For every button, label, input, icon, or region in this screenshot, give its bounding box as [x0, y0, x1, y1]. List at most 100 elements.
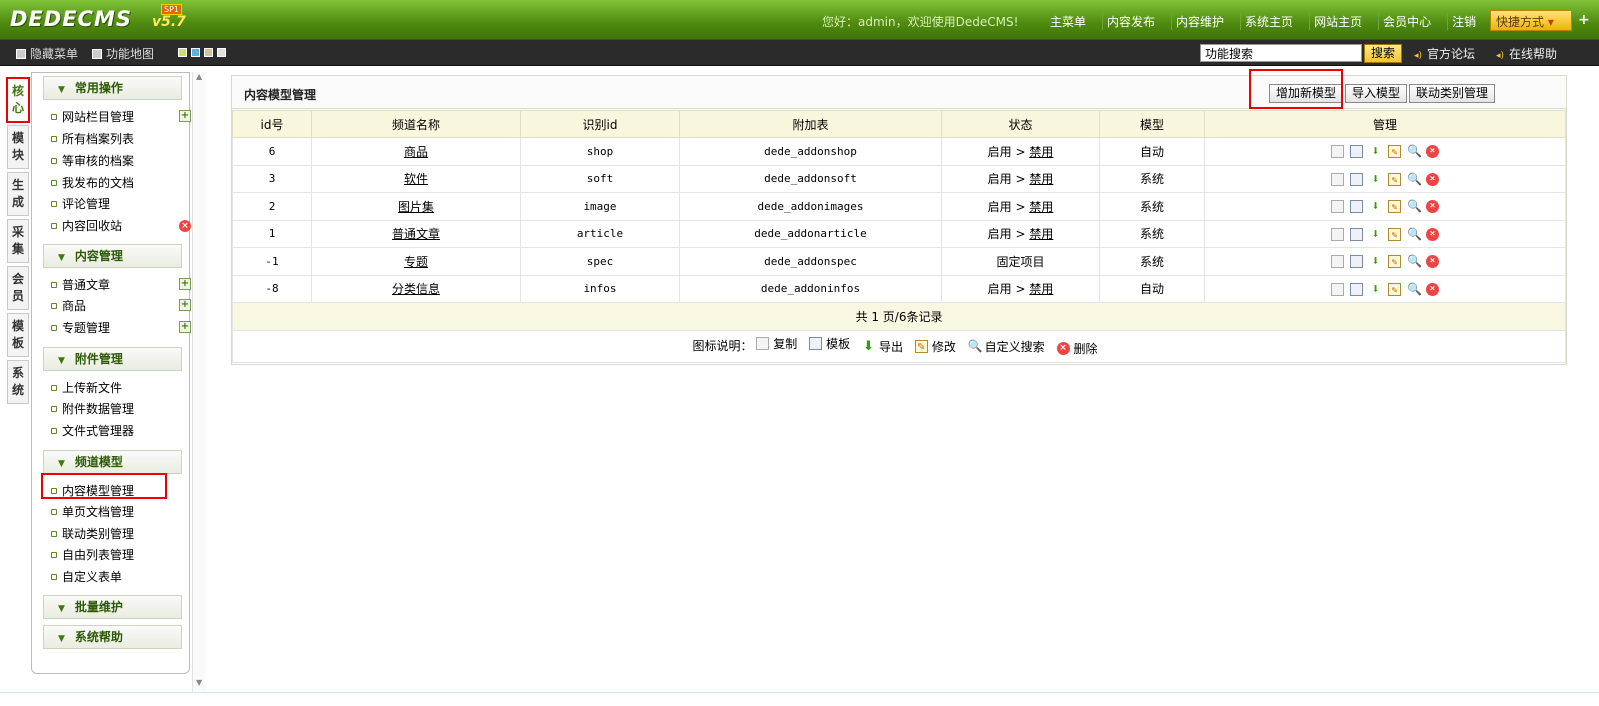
channel-name-link[interactable]: 软件	[404, 172, 428, 186]
search-icon[interactable]: 🔍	[1407, 255, 1422, 268]
copy-icon[interactable]	[1331, 200, 1344, 213]
sidebar-item-recycle[interactable]: 内容回收站	[51, 219, 122, 233]
add-icon[interactable]: +	[179, 278, 191, 290]
site-map-button[interactable]: 功能地图	[92, 45, 154, 62]
tab-member[interactable]: 会员	[7, 266, 29, 310]
tab-core[interactable]: 核心	[6, 77, 30, 123]
search-button[interactable]: 搜索	[1364, 44, 1402, 63]
template-icon[interactable]	[1350, 227, 1363, 241]
search-icon[interactable]: 🔍	[1407, 227, 1422, 241]
delete-icon[interactable]: ×	[1426, 282, 1439, 296]
sidebar-item-free-list[interactable]: 自由列表管理	[51, 548, 134, 562]
sidebar-item-attach-data[interactable]: 附件数据管理	[51, 402, 134, 416]
disable-link[interactable]: 禁用	[1029, 200, 1053, 214]
template-icon[interactable]	[1350, 200, 1363, 213]
skin-gray-swatch[interactable]	[217, 48, 226, 57]
copy-icon[interactable]	[1331, 145, 1344, 158]
nav-content-maintain[interactable]: 内容维护	[1171, 13, 1224, 30]
tab-collect[interactable]: 采集	[7, 219, 29, 263]
edit-icon[interactable]: ✎	[1388, 145, 1401, 158]
group-channel-model[interactable]: ▼ 频道模型	[43, 450, 182, 474]
group-common[interactable]: ▼ 常用操作	[43, 76, 182, 100]
delete-icon[interactable]: ×	[179, 220, 191, 232]
edit-icon[interactable]: ✎	[1388, 172, 1401, 186]
group-batch[interactable]: ▼ 批量维护	[43, 595, 182, 619]
export-icon[interactable]: ⬇	[1369, 145, 1382, 158]
add-icon[interactable]: +	[179, 299, 191, 311]
export-icon[interactable]: ⬇	[1369, 283, 1382, 296]
sidebar-scrollbar[interactable]: ▲ ▼	[192, 72, 206, 692]
edit-icon[interactable]: ✎	[1388, 255, 1401, 268]
forum-link[interactable]: ◂) 官方论坛	[1414, 45, 1475, 62]
disable-link[interactable]: 禁用	[1029, 227, 1053, 241]
sidebar-item-file-manager[interactable]: 文件式管理器	[51, 424, 134, 438]
tab-module[interactable]: 模块	[7, 125, 29, 169]
hide-menu-button[interactable]: 隐藏菜单	[16, 45, 78, 62]
plus-icon[interactable]: +	[1578, 12, 1590, 28]
quick-menu-button[interactable]: 快捷方式 ▾	[1490, 10, 1572, 31]
sidebar-item-my-docs[interactable]: 我发布的文档	[51, 176, 134, 190]
sidebar-item-linkage[interactable]: 联动类别管理	[51, 527, 134, 541]
nav-member-center[interactable]: 会员中心	[1378, 13, 1431, 30]
tab-template[interactable]: 模板	[7, 313, 29, 357]
search-icon[interactable]: 🔍	[1407, 145, 1422, 158]
sidebar-item-product[interactable]: 商品	[51, 299, 86, 313]
import-model-button[interactable]: 导入模型	[1345, 84, 1408, 103]
sidebar-item-article[interactable]: 普通文章	[51, 278, 110, 292]
sidebar-item-all-archives[interactable]: 所有档案列表	[51, 132, 134, 146]
export-icon[interactable]: ⬇	[1369, 228, 1382, 241]
sidebar-item-custom-form[interactable]: 自定义表单	[51, 570, 122, 584]
function-search-input[interactable]	[1200, 44, 1362, 62]
group-help[interactable]: ▼ 系统帮助	[43, 625, 182, 649]
linkage-manage-button[interactable]: 联动类别管理	[1409, 84, 1496, 103]
group-attachment[interactable]: ▼ 附件管理	[43, 347, 182, 371]
delete-icon[interactable]: ×	[1426, 255, 1439, 268]
copy-icon[interactable]	[1331, 255, 1344, 268]
tab-system[interactable]: 系统	[7, 360, 29, 404]
skin-green-swatch[interactable]	[178, 48, 187, 57]
search-icon[interactable]: 🔍	[1407, 282, 1422, 296]
template-icon[interactable]	[1350, 282, 1363, 296]
sidebar-item-upload[interactable]: 上传新文件	[51, 381, 122, 395]
delete-icon[interactable]: ×	[1426, 227, 1439, 241]
tab-generate[interactable]: 生成	[7, 172, 29, 216]
copy-icon[interactable]	[1331, 282, 1344, 296]
delete-icon[interactable]: ×	[1426, 145, 1439, 158]
disable-link[interactable]: 禁用	[1029, 282, 1053, 296]
edit-icon[interactable]: ✎	[1388, 200, 1401, 213]
disable-link[interactable]: 禁用	[1029, 145, 1053, 159]
export-icon[interactable]: ⬇	[1369, 255, 1382, 268]
sidebar-item-pending[interactable]: 等审核的档案	[51, 154, 134, 168]
sidebar-item-column-manage[interactable]: 网站栏目管理	[51, 110, 134, 124]
help-link[interactable]: ◂) 在线帮助	[1496, 45, 1557, 62]
export-icon[interactable]: ⬇	[1369, 173, 1382, 186]
channel-name-link[interactable]: 专题	[404, 255, 428, 269]
sidebar-item-comments[interactable]: 评论管理	[51, 197, 110, 211]
delete-icon[interactable]: ×	[1426, 200, 1439, 213]
nav-site-home[interactable]: 网站主页	[1309, 13, 1362, 30]
logo[interactable]: DEDECMS	[10, 7, 132, 31]
add-icon[interactable]: +	[179, 321, 191, 333]
export-icon[interactable]: ⬇	[1369, 200, 1382, 213]
copy-icon[interactable]	[1331, 172, 1344, 186]
template-icon[interactable]	[1350, 255, 1363, 268]
skin-tan-swatch[interactable]	[204, 48, 213, 57]
template-icon[interactable]	[1350, 145, 1363, 158]
nav-system-home[interactable]: 系统主页	[1240, 13, 1293, 30]
skin-blue-swatch[interactable]	[191, 48, 200, 57]
delete-icon[interactable]: ×	[1426, 172, 1439, 186]
edit-icon[interactable]: ✎	[1388, 227, 1401, 241]
edit-icon[interactable]: ✎	[1388, 282, 1401, 296]
disable-link[interactable]: 禁用	[1029, 172, 1053, 186]
sidebar-item-topic[interactable]: 专题管理	[51, 321, 110, 335]
search-icon[interactable]: 🔍	[1407, 172, 1422, 186]
scroll-down-icon[interactable]: ▼	[196, 678, 202, 687]
copy-icon[interactable]	[1331, 227, 1344, 241]
channel-name-link[interactable]: 商品	[404, 145, 428, 159]
nav-content-publish[interactable]: 内容发布	[1102, 13, 1155, 30]
group-content[interactable]: ▼ 内容管理	[43, 244, 182, 268]
scroll-up-icon[interactable]: ▲	[196, 72, 202, 81]
sidebar-item-single-page[interactable]: 单页文档管理	[51, 505, 134, 519]
channel-name-link[interactable]: 分类信息	[392, 282, 440, 296]
template-icon[interactable]	[1350, 172, 1363, 186]
